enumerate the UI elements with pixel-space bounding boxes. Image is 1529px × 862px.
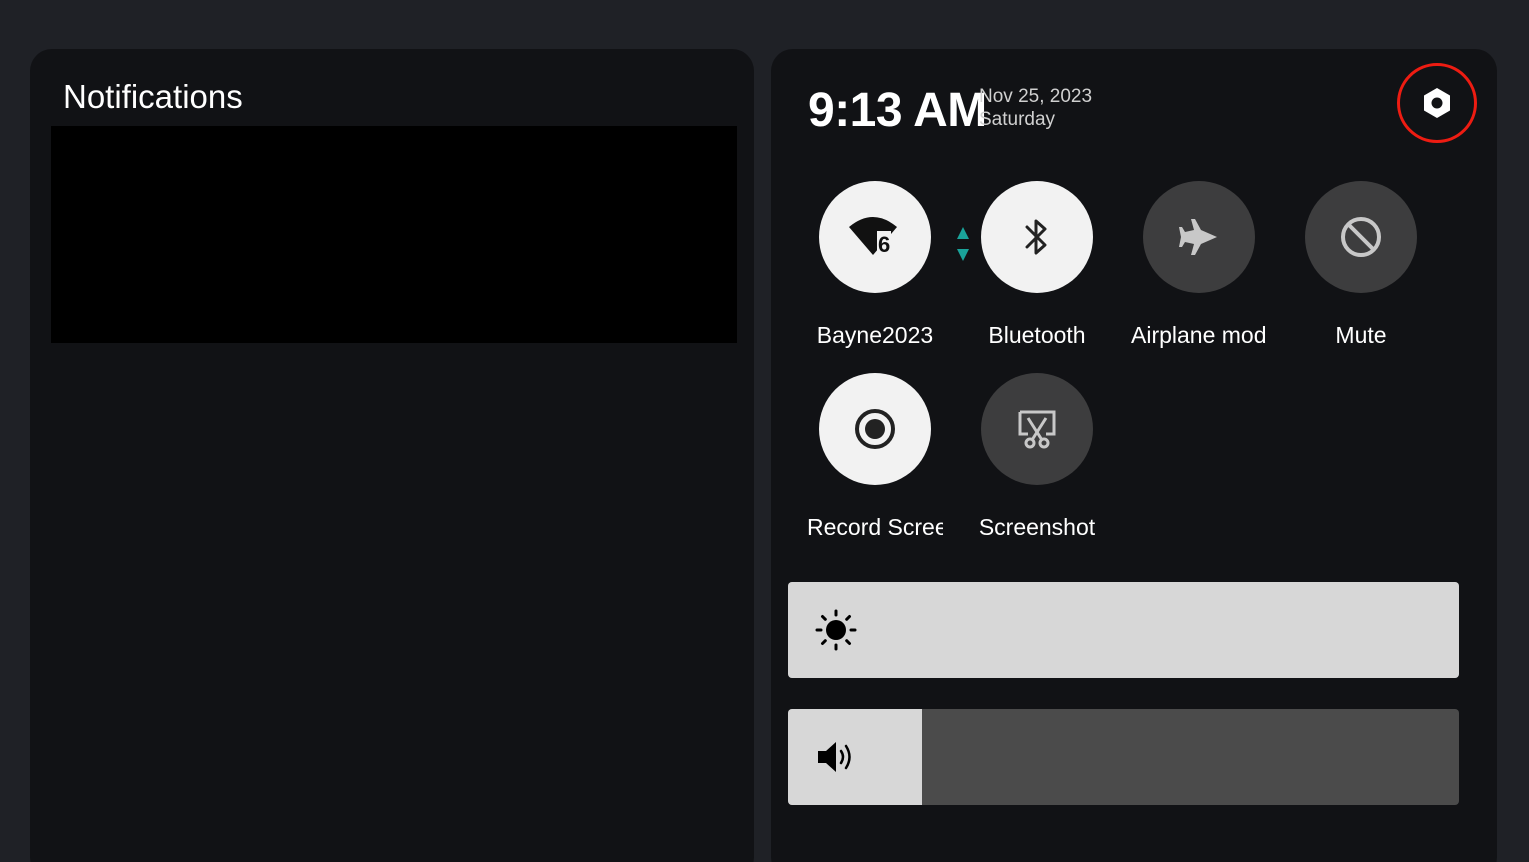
- tile-mute[interactable]: Mute: [1276, 181, 1446, 349]
- brightness-slider[interactable]: [788, 582, 1459, 678]
- tile-airplane-label: Airplane mode: [1131, 322, 1267, 348]
- weekday-text: Saturday: [979, 109, 1056, 130]
- tile-bluetooth-button[interactable]: [981, 181, 1093, 293]
- tile-bluetooth-label: Bluetooth: [988, 322, 1086, 348]
- record-icon: [855, 409, 895, 449]
- tile-wifi-button[interactable]: 6: [819, 181, 931, 293]
- tile-record-screen[interactable]: Record Screen: [790, 373, 960, 541]
- wifi-6-icon: 6: [849, 217, 897, 257]
- tile-record-screen-label: Record Screen: [807, 514, 943, 540]
- screenshot-icon: [1018, 410, 1056, 449]
- brightness-icon: [815, 609, 857, 651]
- tile-wifi[interactable]: 6 Bayne2023: [790, 181, 969, 349]
- quick-settings-panel: 9:13 AM Nov 25, 2023 Saturday 6 Bayne202…: [771, 49, 1497, 862]
- date-block: Nov 25, 2023 Saturday: [979, 85, 1092, 131]
- tile-bluetooth[interactable]: Bluetooth: [952, 181, 1122, 349]
- tile-screenshot[interactable]: Screenshot: [952, 373, 1122, 541]
- tile-screenshot-button[interactable]: [981, 373, 1093, 485]
- mute-icon: [1341, 217, 1381, 257]
- tile-airplane[interactable]: Airplane mode: [1114, 181, 1284, 349]
- tile-wifi-label: Bayne2023: [816, 322, 934, 348]
- settings-button[interactable]: [1397, 63, 1477, 143]
- tile-airplane-button[interactable]: [1143, 181, 1255, 293]
- screen: Notifications 9:13 AM Nov 25, 2023 Satur…: [0, 0, 1529, 862]
- tile-screenshot-label: Screenshot: [978, 514, 1096, 540]
- notifications-panel: Notifications: [30, 49, 754, 862]
- svg-text:6: 6: [878, 232, 890, 257]
- brightness-slider-fill: [788, 582, 1459, 678]
- settings-gear-icon: [1424, 88, 1450, 118]
- bluetooth-icon: [1025, 219, 1047, 255]
- notifications-title: Notifications: [63, 78, 243, 115]
- tile-mute-label: Mute: [1335, 322, 1387, 348]
- volume-slider[interactable]: [788, 709, 1459, 805]
- notifications-content-area: [51, 126, 737, 343]
- airplane-icon: [1179, 219, 1217, 255]
- date-text: Nov 25, 2023: [979, 86, 1093, 107]
- tile-record-screen-button[interactable]: [819, 373, 931, 485]
- tile-mute-button[interactable]: [1305, 181, 1417, 293]
- clock: 9:13 AM: [808, 84, 987, 137]
- volume-icon: [818, 742, 851, 772]
